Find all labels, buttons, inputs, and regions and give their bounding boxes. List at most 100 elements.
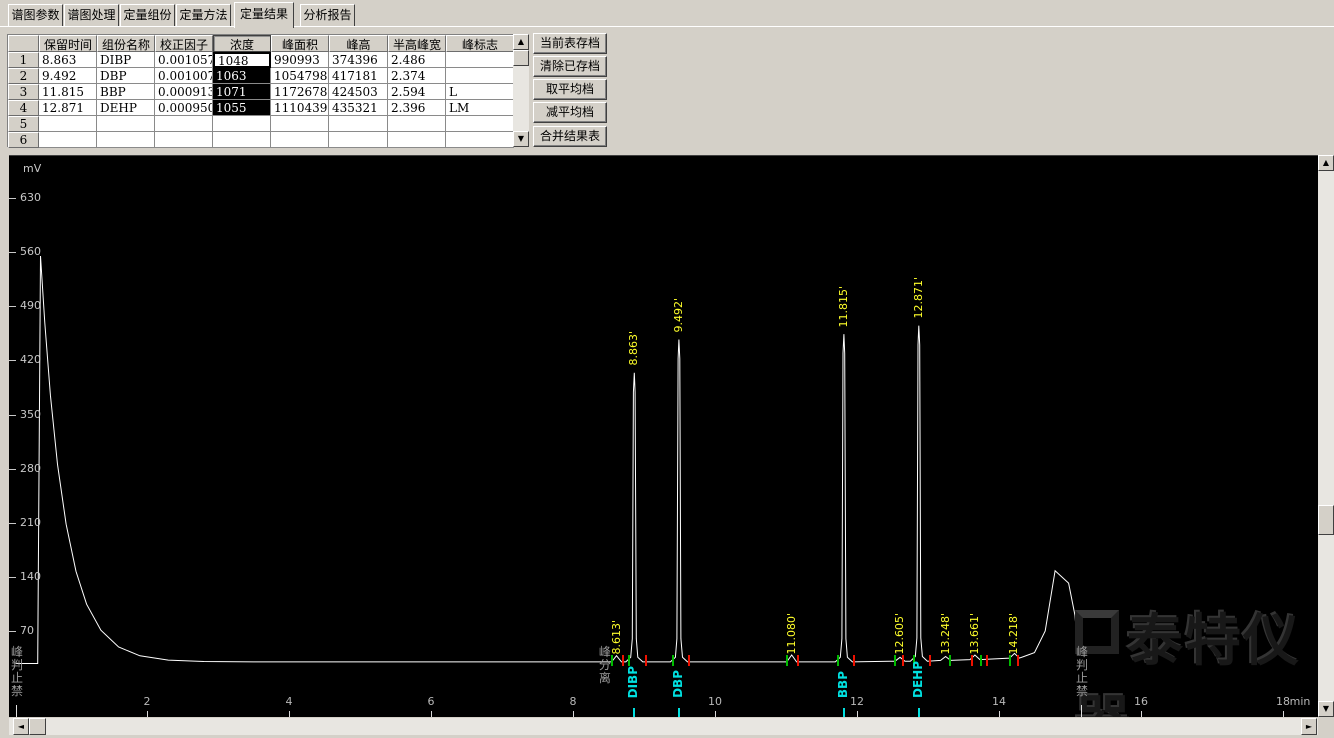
- table-cell[interactable]: 435321: [329, 100, 388, 116]
- table-corner-cell[interactable]: [8, 35, 39, 52]
- table-cell[interactable]: 0.00091338: [155, 84, 213, 100]
- column-header-6[interactable]: 峰高: [329, 35, 388, 52]
- table-cell[interactable]: 1172678: [271, 84, 329, 100]
- tab-quant-results[interactable]: 定量结果: [234, 2, 294, 28]
- row-header[interactable]: 2: [8, 68, 39, 84]
- table-cell[interactable]: [329, 116, 388, 132]
- table-cell[interactable]: [388, 132, 446, 148]
- peak-end-marker: [853, 655, 855, 666]
- table-cell[interactable]: [329, 132, 388, 148]
- plot-scroll-up-icon[interactable]: ▲: [1318, 155, 1334, 171]
- table-cell[interactable]: [155, 116, 213, 132]
- column-header-7[interactable]: 半高峰宽: [388, 35, 446, 52]
- table-cell[interactable]: [446, 52, 514, 68]
- table-cell[interactable]: LM: [446, 100, 514, 116]
- plot-scroll-left-icon[interactable]: ◄: [13, 718, 29, 735]
- table-cell[interactable]: 424503: [329, 84, 388, 100]
- x-axis-tick: [147, 711, 148, 717]
- tab-analysis-report[interactable]: 分析报告: [300, 4, 355, 26]
- table-cell[interactable]: 0.00095049: [155, 100, 213, 116]
- plot-vscrollbar-thumb[interactable]: [1318, 505, 1334, 535]
- plot-hscrollbar-track[interactable]: [9, 718, 1318, 735]
- table-cell[interactable]: [388, 116, 446, 132]
- plot-vscrollbar-track[interactable]: [1318, 155, 1334, 717]
- y-axis-tick: [9, 198, 16, 199]
- column-header-8[interactable]: 峰标志: [446, 35, 514, 52]
- tab-spectrum-params[interactable]: 谱图参数: [8, 4, 63, 26]
- peak-retention-label: 14.218': [1007, 613, 1020, 655]
- column-header-2[interactable]: 组份名称: [97, 35, 155, 52]
- plot-hscrollbar-thumb[interactable]: [29, 718, 46, 735]
- table-scrollbar[interactable]: ▲ ▼: [513, 34, 529, 147]
- tab-quant-method[interactable]: 定量方法: [176, 4, 231, 26]
- chromatogram-plot[interactable]: 泰特仪器 mV630560490420350280210140702468101…: [9, 155, 1318, 717]
- table-cell[interactable]: 417181: [329, 68, 388, 84]
- table-cell[interactable]: BBP: [97, 84, 155, 100]
- table-scroll-up-icon[interactable]: ▲: [513, 34, 529, 50]
- subtract-average-button[interactable]: 减平均档: [533, 102, 607, 123]
- table-cell[interactable]: DIBP: [97, 52, 155, 68]
- table-cell[interactable]: [271, 116, 329, 132]
- table-cell[interactable]: [213, 116, 271, 132]
- table-cell[interactable]: 0.00100734: [155, 68, 213, 84]
- tab-quant-components[interactable]: 定量组份: [120, 4, 175, 26]
- plot-vscrollbar[interactable]: ▲ ▼: [1318, 155, 1334, 717]
- table-cell[interactable]: [446, 116, 514, 132]
- table-cell[interactable]: 1110439: [271, 100, 329, 116]
- table-cell[interactable]: [271, 132, 329, 148]
- table-scrollbar-thumb[interactable]: [513, 50, 529, 66]
- table-cell[interactable]: L: [446, 84, 514, 100]
- table-cell[interactable]: 1071: [213, 84, 271, 100]
- plot-scroll-right-icon[interactable]: ►: [1301, 718, 1317, 735]
- peak-start-marker: [949, 655, 951, 666]
- column-header-1[interactable]: 保留时间: [39, 35, 97, 52]
- column-header-5[interactable]: 峰面积: [271, 35, 329, 52]
- results-table[interactable]: 保留时间组份名称校正因子浓度峰面积峰高半高峰宽峰标志18.863DIBP0.00…: [7, 34, 513, 147]
- column-header-3[interactable]: 校正因子: [155, 35, 213, 52]
- table-cell[interactable]: DEHP: [97, 100, 155, 116]
- table-cell[interactable]: [446, 68, 514, 84]
- table-cell[interactable]: 1048: [213, 52, 271, 68]
- take-average-button[interactable]: 取平均档: [533, 79, 607, 100]
- column-header-4[interactable]: 浓度: [213, 35, 271, 52]
- row-header[interactable]: 1: [8, 52, 39, 68]
- table-cell[interactable]: [97, 116, 155, 132]
- table-scroll-down-icon[interactable]: ▼: [513, 131, 529, 147]
- clear-saved-button[interactable]: 清除已存档: [533, 56, 607, 77]
- save-current-table-button[interactable]: 当前表存档: [533, 33, 607, 54]
- table-cell[interactable]: 9.492: [39, 68, 97, 84]
- table-cell[interactable]: 2.486: [388, 52, 446, 68]
- component-name-label: DEHP: [911, 661, 925, 698]
- table-cell[interactable]: 11.815: [39, 84, 97, 100]
- table-cell[interactable]: 990993: [271, 52, 329, 68]
- table-cell[interactable]: DBP: [97, 68, 155, 84]
- table-cell[interactable]: [39, 116, 97, 132]
- tab-spectrum-processing[interactable]: 谱图处理: [64, 4, 119, 26]
- table-cell[interactable]: [97, 132, 155, 148]
- table-cell[interactable]: [39, 132, 97, 148]
- peak-end-marker: [622, 655, 624, 666]
- table-cell[interactable]: 8.863: [39, 52, 97, 68]
- x-axis-tick: [1283, 711, 1284, 717]
- row-header[interactable]: 3: [8, 84, 39, 100]
- table-cell[interactable]: [213, 132, 271, 148]
- row-header[interactable]: 5: [8, 116, 39, 132]
- row-header[interactable]: 4: [8, 100, 39, 116]
- table-cell[interactable]: 12.871: [39, 100, 97, 116]
- table-cell[interactable]: 2.374: [388, 68, 446, 84]
- table-cell[interactable]: 1063: [213, 68, 271, 84]
- table-cell[interactable]: 2.396: [388, 100, 446, 116]
- table-cell[interactable]: 0.00105719: [155, 52, 213, 68]
- plot-hscrollbar[interactable]: ◄ ►: [9, 718, 1318, 735]
- merge-results-button[interactable]: 合并结果表: [533, 126, 607, 147]
- table-cell[interactable]: [446, 132, 514, 148]
- app-window: { "tabs": [ {"label": "谱图参数", "active": …: [0, 0, 1334, 738]
- plot-scroll-down-icon[interactable]: ▼: [1318, 701, 1334, 717]
- table-cell[interactable]: 1055: [213, 100, 271, 116]
- table-cell[interactable]: [155, 132, 213, 148]
- table-cell[interactable]: 374396: [329, 52, 388, 68]
- table-cell[interactable]: 1054798: [271, 68, 329, 84]
- table-cell[interactable]: 2.594: [388, 84, 446, 100]
- y-axis-unit-label: mV: [23, 162, 41, 175]
- row-header[interactable]: 6: [8, 132, 39, 148]
